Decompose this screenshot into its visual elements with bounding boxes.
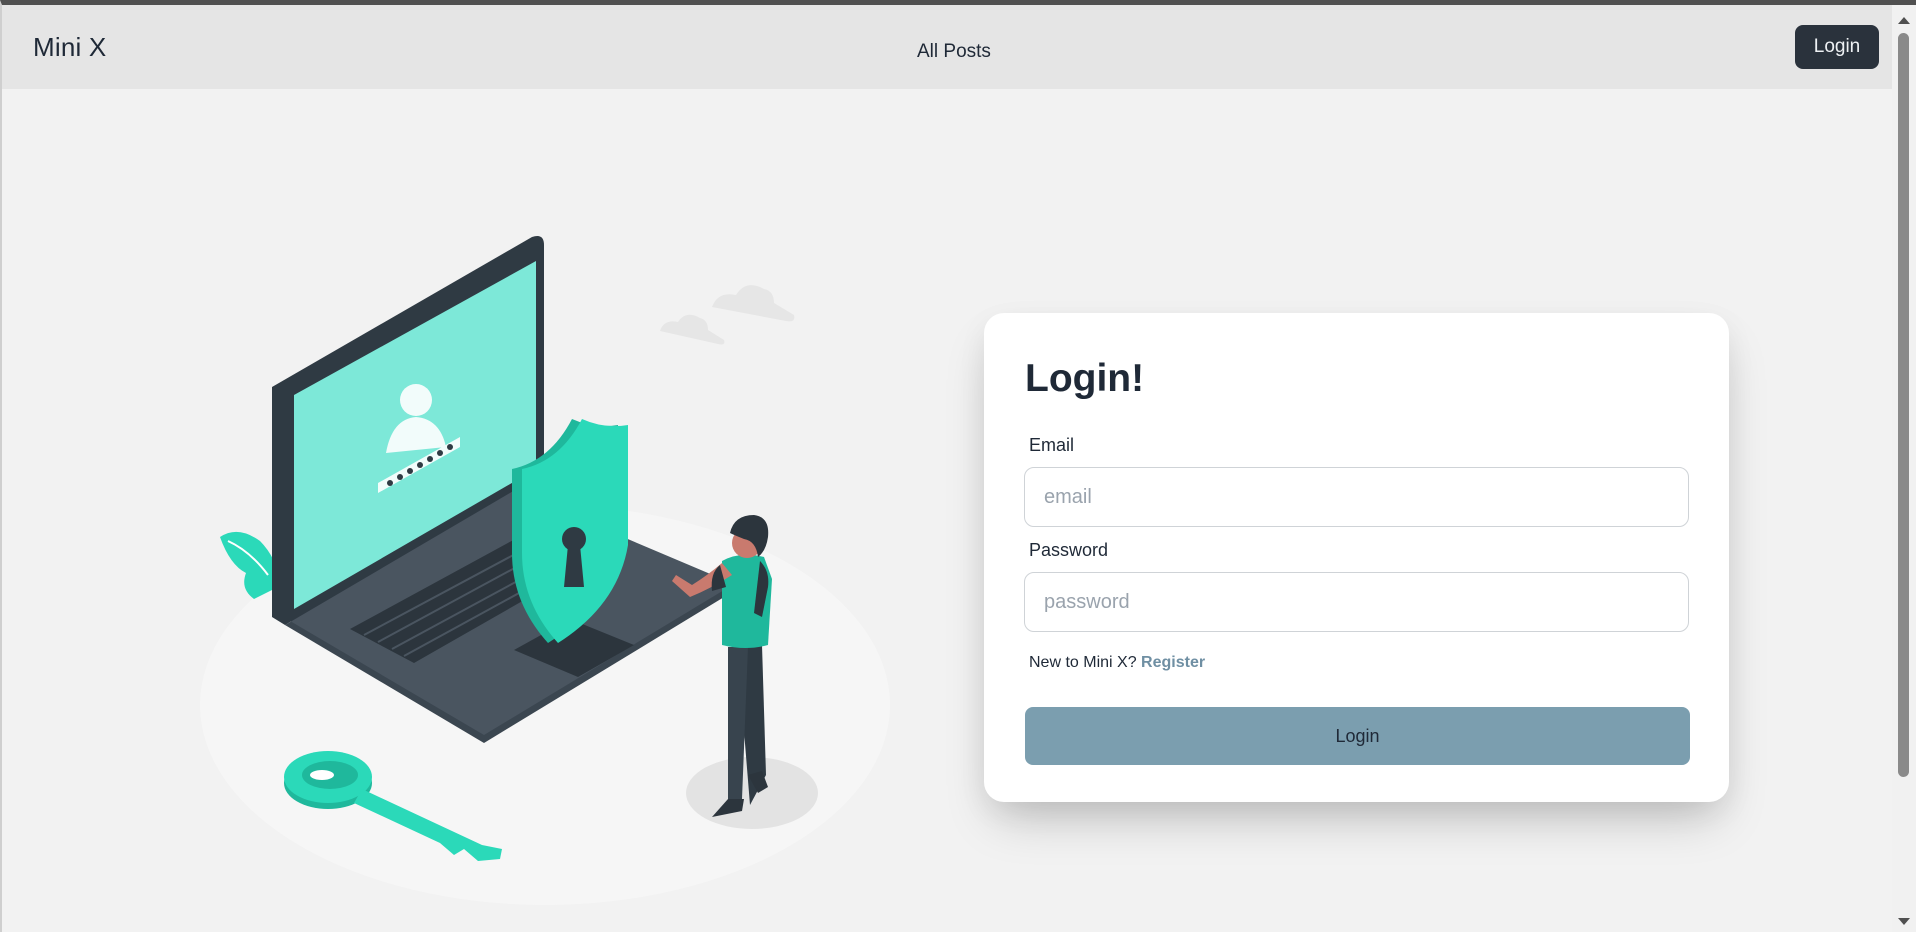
register-prompt: New to Mini X? Register: [1029, 654, 1205, 672]
password-input[interactable]: [1024, 572, 1689, 632]
register-link[interactable]: Register: [1141, 654, 1205, 671]
email-label: Email: [1029, 435, 1075, 455]
login-card: Login! Email Password New to Mini X? Reg…: [984, 313, 1729, 802]
brand-logo[interactable]: Mini X: [33, 32, 106, 63]
register-prompt-text: New to Mini X?: [1029, 654, 1137, 671]
vertical-scrollbar[interactable]: [1892, 5, 1916, 932]
cloud-icon: [660, 285, 795, 345]
nav-login-button[interactable]: Login: [1795, 25, 1879, 69]
browser-viewport: Mini X All Posts Login Login! Email emai…: [0, 0, 1916, 932]
nav-link-all-posts[interactable]: All Posts: [917, 41, 991, 63]
login-submit-button[interactable]: Login: [1025, 707, 1690, 765]
security-illustration: [200, 236, 890, 905]
scroll-up-arrow-icon[interactable]: [1898, 17, 1910, 24]
navbar: Mini X All Posts Login: [2, 5, 1892, 89]
scroll-down-arrow-icon[interactable]: [1898, 918, 1910, 925]
login-title: Login!: [1025, 357, 1145, 400]
scroll-thumb[interactable]: [1898, 33, 1909, 777]
password-label: Password: [1029, 540, 1109, 560]
email-input[interactable]: [1024, 467, 1689, 527]
